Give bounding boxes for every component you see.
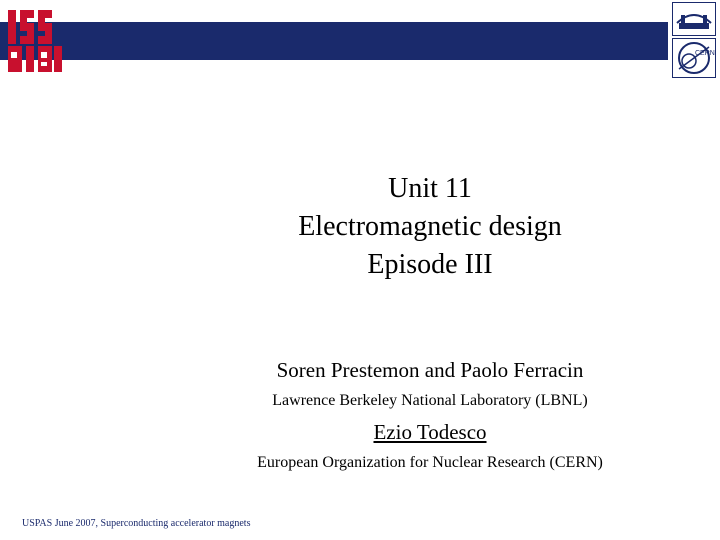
- slide-title: Unit 11 Electromagnetic design Episode I…: [0, 170, 720, 284]
- secondary-affiliation: European Organization for Nuclear Resear…: [257, 454, 603, 471]
- lbnl-logo: [672, 2, 716, 36]
- primary-affiliation: Lawrence Berkeley National Laboratory (L…: [272, 392, 588, 409]
- title-line-1: Unit 11: [388, 173, 472, 204]
- header-band: [0, 22, 668, 60]
- title-line-3: Episode III: [367, 249, 493, 280]
- secondary-author: Ezio Todesco: [373, 420, 487, 444]
- footer-text: USPAS June 2007, Superconducting acceler…: [22, 518, 251, 529]
- svg-text:CERN: CERN: [695, 50, 715, 57]
- authors-block: Soren Prestemon and Paolo Ferracin Lawre…: [0, 356, 720, 474]
- uspas-logo: [6, 6, 66, 76]
- title-line-2: Electromagnetic design: [298, 211, 562, 242]
- cern-logo: CERN: [672, 38, 716, 78]
- primary-authors: Soren Prestemon and Paolo Ferracin: [276, 358, 584, 382]
